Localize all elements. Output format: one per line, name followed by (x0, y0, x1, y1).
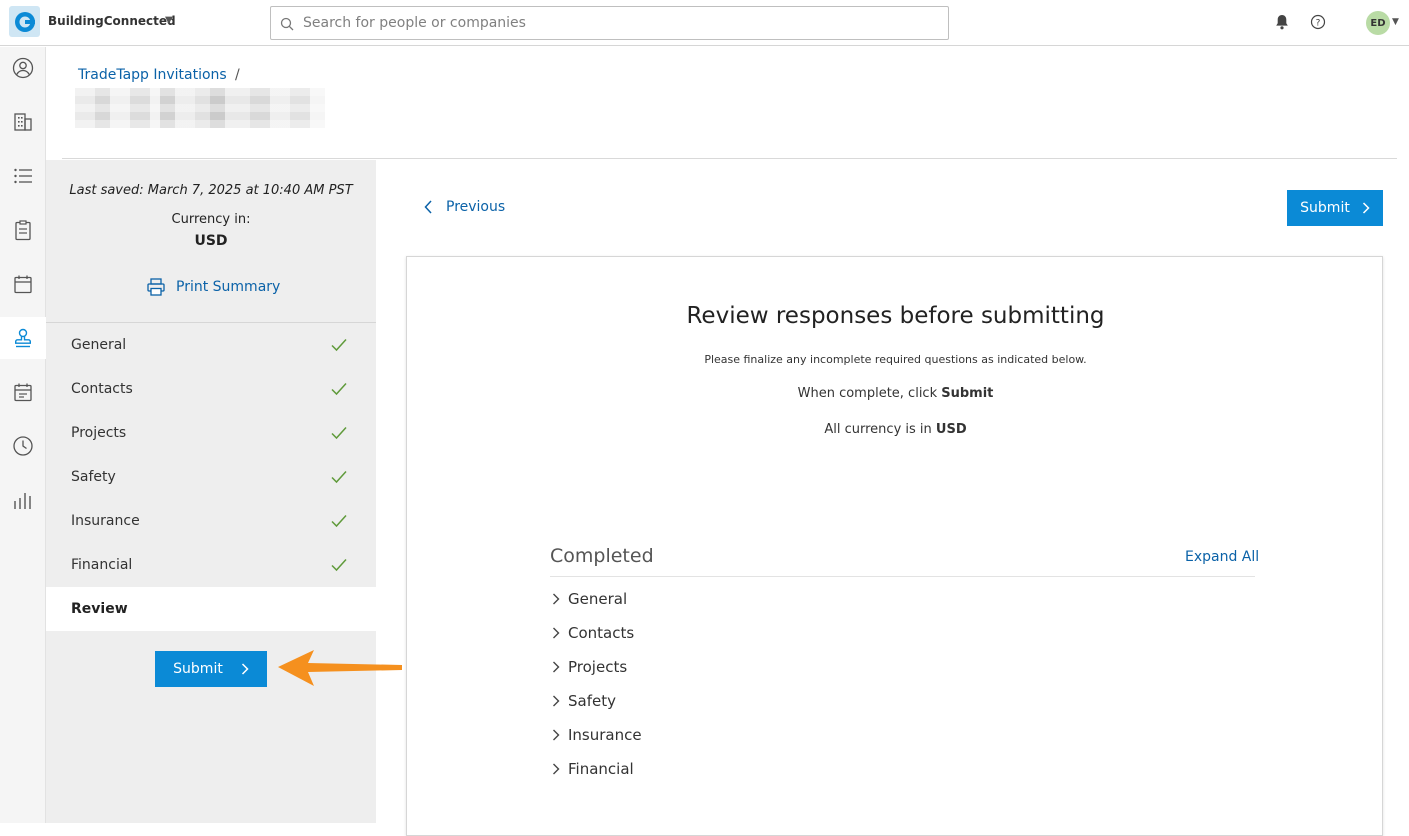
previous-button[interactable]: Previous (424, 199, 505, 215)
rail-analytics[interactable] (0, 479, 46, 521)
completed-heading: Completed (550, 545, 654, 567)
accordion-label: Projects (568, 658, 628, 676)
progress-panel: Last saved: March 7, 2025 at 10:40 AM PS… (46, 160, 376, 823)
breadcrumb-tradetapp-invitations[interactable]: TradeTapp Invitations (78, 67, 227, 83)
user-menu-caret-icon[interactable]: ▼ (1392, 17, 1399, 27)
last-saved-text: Last saved: March 7, 2025 at 10:40 AM PS… (69, 183, 353, 198)
chevron-right-icon (553, 627, 560, 639)
app-name[interactable]: BuildingConnected (48, 14, 176, 28)
breadcrumb-separator: / (235, 67, 240, 83)
section-nav-label: Review (71, 601, 128, 617)
chevron-right-icon (241, 663, 249, 675)
calendar-check-icon (14, 383, 32, 402)
section-nav-label: Projects (71, 425, 127, 441)
help-icon[interactable]: ? (1310, 14, 1326, 34)
chevron-left-icon (424, 200, 432, 214)
accordion-label: Contacts (568, 624, 635, 642)
print-summary-link[interactable]: Print Summary (146, 277, 280, 297)
annotation-arrow-icon (278, 650, 402, 686)
user-avatar[interactable]: ED (1366, 11, 1390, 35)
section-nav-general[interactable]: General (46, 323, 376, 367)
left-nav-rail (0, 47, 46, 823)
submit-label: Submit (1300, 200, 1350, 216)
svg-text:?: ? (1316, 19, 1321, 29)
accordion-projects[interactable]: Projects (552, 658, 627, 676)
header-divider (62, 158, 1397, 159)
top-bar: BuildingConnected ▼ ? ED ▼ (0, 0, 1409, 46)
section-nav-review[interactable]: Review (46, 587, 376, 631)
accordion-financial[interactable]: Financial (552, 760, 634, 778)
checkmark-icon (330, 469, 348, 489)
clock-icon (13, 436, 33, 456)
search-input[interactable] (303, 13, 933, 33)
checkmark-icon (330, 557, 348, 577)
section-nav-label: Contacts (71, 381, 133, 397)
rail-history[interactable] (0, 425, 46, 467)
review-card: Review responses before submitting Pleas… (406, 256, 1383, 836)
currency-value: USD (194, 233, 228, 249)
completed-divider (550, 576, 1255, 577)
notifications-bell-icon[interactable] (1275, 14, 1289, 34)
section-nav-projects[interactable]: Projects (46, 411, 376, 455)
checkmark-icon (330, 425, 348, 445)
chevron-right-icon (553, 729, 560, 741)
checkmark-icon (330, 381, 348, 401)
accordion-safety[interactable]: Safety (552, 692, 616, 710)
review-subtitle: Please finalize any incomplete required … (704, 353, 1087, 366)
section-nav-label: Safety (71, 469, 116, 485)
checkmark-icon (330, 513, 348, 533)
checkmark-icon (330, 337, 348, 357)
rail-profile[interactable] (0, 47, 46, 89)
rail-tasks[interactable] (0, 209, 46, 251)
currency-label: Currency in: (171, 212, 251, 227)
submit-instruction: When complete, click Submit (797, 386, 994, 401)
accordion-label: Safety (568, 692, 616, 710)
print-summary-label: Print Summary (176, 279, 281, 295)
section-nav-contacts[interactable]: Contacts (46, 367, 376, 411)
chevron-right-icon (553, 763, 560, 775)
accordion-label: Financial (568, 760, 634, 778)
previous-label: Previous (446, 199, 506, 215)
submit-label: Submit (173, 661, 223, 677)
accordion-label: General (568, 590, 628, 608)
building-connected-logo-icon[interactable] (9, 6, 40, 37)
section-nav-label: Insurance (71, 513, 140, 529)
printer-icon (147, 278, 165, 296)
expand-all-link[interactable]: Expand All (1185, 549, 1259, 565)
section-nav-insurance[interactable]: Insurance (46, 499, 376, 543)
section-nav-financial[interactable]: Financial (46, 543, 376, 587)
accordion-label: Insurance (568, 726, 642, 744)
redacted-company-name (75, 88, 325, 128)
rail-calendar[interactable] (0, 263, 46, 305)
clipboard-icon (15, 220, 31, 241)
header-submit-button[interactable]: Submit (1287, 190, 1383, 226)
chevron-right-icon (553, 661, 560, 673)
chevron-right-icon (553, 695, 560, 707)
section-nav-label: Financial (71, 557, 133, 573)
user-circle-icon (12, 57, 34, 79)
chevron-right-icon (553, 593, 560, 605)
app-switcher-caret-icon[interactable]: ▼ (165, 15, 173, 26)
currency-note: All currency is in USD (824, 422, 967, 437)
review-title: Review responses before submitting (686, 303, 1105, 329)
rail-schedule[interactable] (0, 371, 46, 413)
list-icon (14, 168, 32, 184)
search-box[interactable] (270, 6, 949, 40)
accordion-general[interactable]: General (552, 590, 627, 608)
bar-chart-icon (14, 493, 31, 509)
stamp-icon (15, 328, 31, 348)
calendar-icon (14, 275, 32, 294)
accordion-insurance[interactable]: Insurance (552, 726, 642, 744)
sidebar-submit-button[interactable]: Submit (155, 651, 267, 687)
chevron-right-icon (1362, 202, 1370, 214)
section-nav-label: General (71, 337, 127, 353)
section-nav-safety[interactable]: Safety (46, 455, 376, 499)
rail-list[interactable] (0, 155, 46, 197)
rail-companies[interactable] (0, 101, 46, 143)
building-icon (14, 113, 32, 131)
search-icon (280, 16, 294, 35)
accordion-contacts[interactable]: Contacts (552, 624, 634, 642)
rail-tradetapp[interactable] (0, 317, 46, 359)
